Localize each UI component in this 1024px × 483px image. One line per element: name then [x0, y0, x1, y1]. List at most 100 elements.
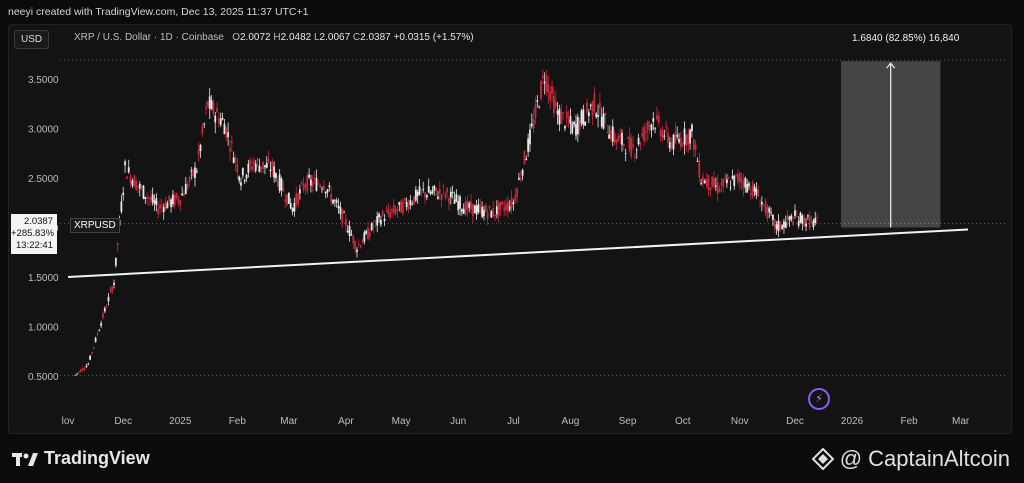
candle-body	[683, 128, 686, 145]
candle-body	[155, 198, 158, 206]
candle-body	[795, 215, 798, 217]
candle-body	[803, 217, 806, 226]
candle-body	[256, 159, 259, 161]
candle-body	[576, 117, 579, 135]
candle-body	[148, 197, 150, 200]
candle-body	[111, 287, 114, 293]
candle-body	[221, 117, 224, 120]
candle-body	[89, 355, 91, 360]
candle-body	[608, 134, 611, 139]
lightning-icon[interactable]: ⚡	[808, 388, 830, 410]
candle-body	[125, 176, 128, 179]
candle-body	[300, 182, 303, 184]
candle-body	[159, 204, 161, 209]
candle-body	[151, 194, 154, 203]
candle-body	[241, 168, 244, 176]
candle-body	[762, 204, 765, 206]
candle-body	[584, 121, 587, 126]
support-trendline[interactable]	[67, 228, 969, 278]
candle-body	[153, 200, 156, 204]
candle-body	[197, 149, 200, 156]
x-tick-label: May	[392, 416, 411, 427]
currency-button[interactable]: USD	[14, 30, 50, 49]
candle-body	[558, 108, 561, 125]
candle-body	[589, 104, 592, 106]
candle-body	[354, 241, 357, 250]
candle-body	[742, 181, 745, 189]
candle-body	[727, 178, 730, 180]
candle-body	[396, 209, 399, 211]
candle-body	[477, 204, 480, 213]
candle-body	[92, 347, 95, 348]
candle-body	[466, 200, 469, 211]
candle-body	[116, 242, 119, 245]
candle-body	[440, 193, 443, 200]
y-tick-label: 0.5000	[28, 372, 59, 383]
candle-body	[499, 201, 502, 210]
candle-body	[411, 203, 414, 205]
candle-body	[425, 195, 428, 198]
y-tick-label: 1.5000	[28, 273, 59, 284]
candle-body	[617, 135, 620, 142]
candle-body	[532, 119, 535, 129]
high-label: H	[273, 32, 281, 43]
candle-body	[319, 185, 322, 188]
candle-body	[692, 139, 695, 151]
candle-body	[472, 203, 474, 217]
candle-body	[538, 107, 541, 108]
candle-body	[350, 234, 353, 236]
candle-body	[389, 212, 391, 218]
candle-body	[269, 169, 272, 172]
candle-body	[759, 205, 761, 207]
candle-body	[381, 211, 384, 216]
candle-body	[170, 199, 172, 207]
candle-body	[773, 219, 776, 228]
candle-body	[96, 333, 99, 336]
candle-body	[518, 177, 520, 180]
candle-body	[177, 198, 180, 203]
candle-body	[379, 219, 382, 225]
candle-body	[545, 75, 548, 92]
candle-body	[805, 223, 807, 227]
candle-body	[702, 176, 704, 183]
candle-body	[639, 142, 642, 146]
candle-body	[449, 191, 452, 198]
candle-body	[286, 194, 288, 205]
candle-body	[166, 203, 169, 209]
candle-body	[214, 115, 217, 123]
candle-body	[714, 185, 717, 187]
candle-body	[613, 133, 616, 143]
candle-body	[508, 206, 511, 211]
candle-body	[402, 201, 404, 214]
candle-body	[494, 214, 496, 217]
candle-body	[622, 144, 625, 146]
candle-body	[295, 193, 298, 204]
candle-body	[571, 123, 574, 134]
candle-body	[713, 178, 715, 187]
candle-body	[744, 177, 747, 188]
candle-body	[333, 200, 336, 202]
candle-body	[716, 182, 719, 194]
candle-body	[251, 165, 253, 170]
candle-body	[409, 200, 412, 206]
candle-body	[122, 192, 125, 196]
candle-body	[79, 369, 82, 372]
candle-body	[735, 174, 737, 175]
candle-body	[711, 176, 714, 188]
candle-body	[564, 126, 566, 129]
x-axis: lov Dec 2025 Feb Mar Apr May Jun Jul Aug Sep Oct Nov…	[62, 416, 970, 427]
candle-body	[541, 75, 544, 79]
candle-body	[133, 175, 136, 187]
candle-body	[414, 189, 417, 201]
candle-body	[534, 104, 537, 118]
price-chart[interactable]: 3.50003.00002.50002.00001.50001.00000.50…	[0, 0, 1024, 483]
candle-body	[670, 142, 673, 148]
candle-body	[254, 163, 257, 171]
candle-body	[339, 207, 342, 215]
candle-body	[628, 136, 631, 149]
candle-body	[321, 188, 323, 190]
candle-body	[505, 204, 507, 211]
candle-body	[575, 123, 577, 136]
price-range-measure[interactable]	[841, 61, 941, 228]
candle-body	[654, 128, 657, 130]
